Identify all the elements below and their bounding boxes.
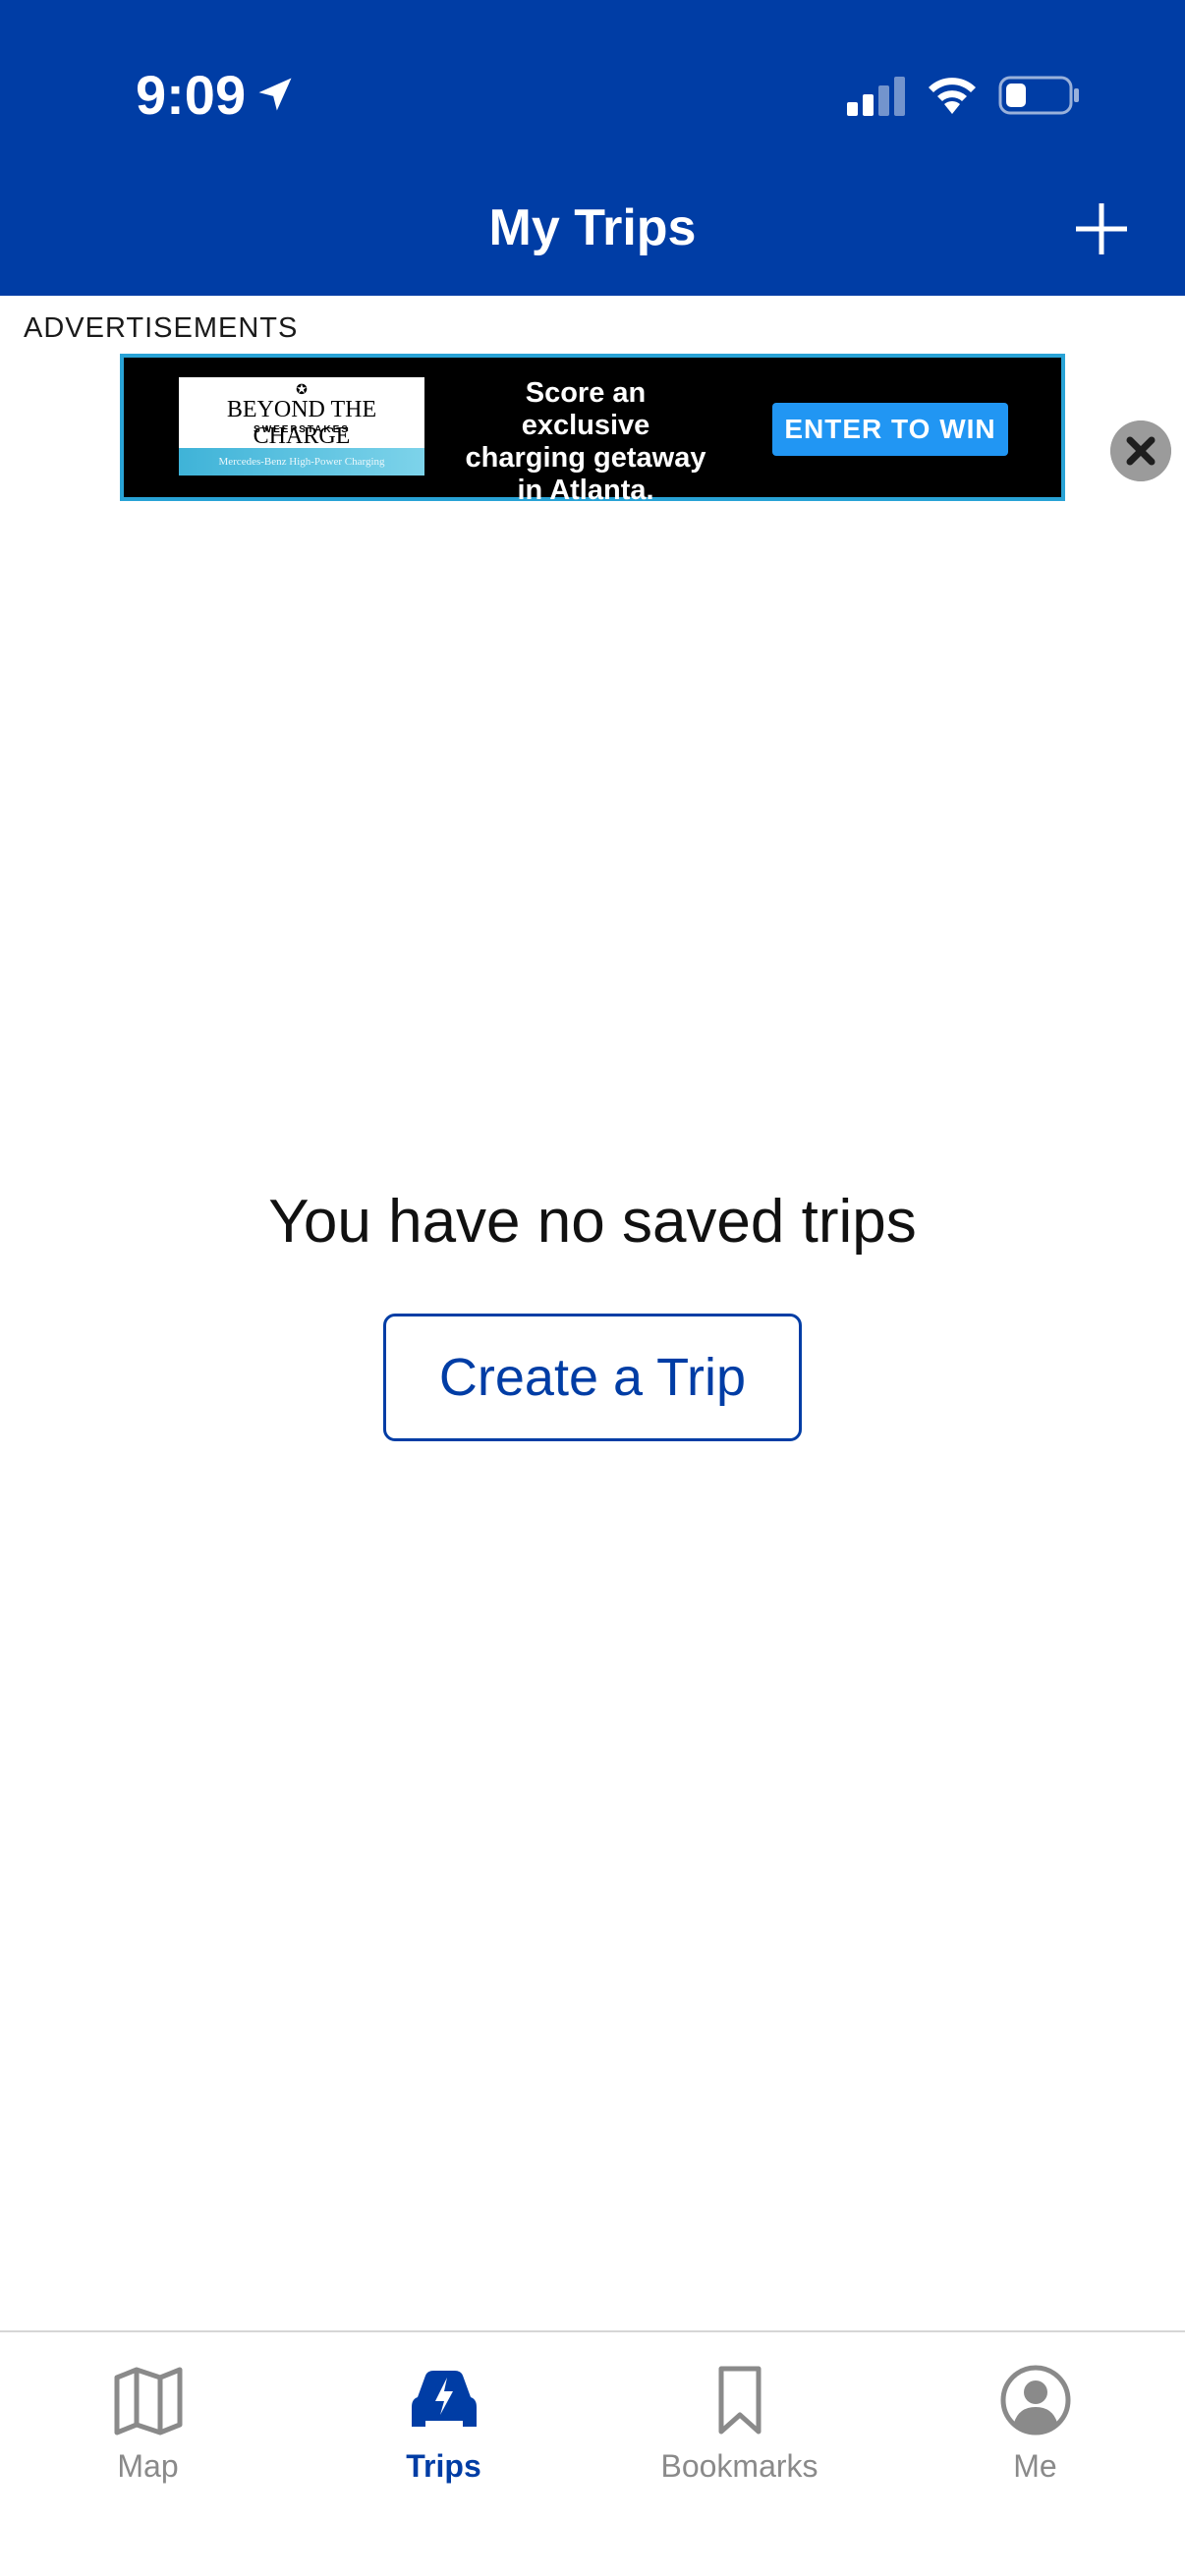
tab-bookmarks[interactable]: Bookmarks [592,2346,887,2503]
ad-logo: ✪ BEYOND THE CHARGE SWEEPSTAKES Mercedes… [179,377,424,476]
ad-logo-title: BEYOND THE CHARGE [226,397,377,449]
tab-label-trips: Trips [406,2448,481,2484]
tab-label-me: Me [1013,2448,1057,2484]
ad-cta-button[interactable]: ENTER TO WIN [772,403,1008,456]
ad-logo-subtitle: SWEEPSTAKES [254,424,350,435]
status-time: 9:09 [136,64,247,126]
close-icon[interactable] [1110,420,1171,481]
cellular-signal-icon [847,77,905,116]
user-icon [1000,2365,1071,2436]
location-arrow-icon [258,78,292,111]
plus-icon[interactable] [1073,200,1130,257]
ad-banner[interactable]: ✪ BEYOND THE CHARGE SWEEPSTAKES Mercedes… [120,354,1065,506]
tab-trips[interactable]: Trips [296,2346,592,2503]
tab-map[interactable]: Map [0,2346,296,2503]
create-trip-button[interactable]: Create a Trip [383,1314,802,1441]
tab-me[interactable]: Me [887,2346,1183,2503]
mercedes-star-icon: ✪ [296,381,308,397]
bookmark-icon [718,2366,762,2435]
battery-icon [998,76,1079,115]
tab-label-bookmarks: Bookmarks [660,2448,818,2484]
empty-state-message: You have no saved trips [268,1188,917,1256]
ad-logo-tagline: Mercedes-Benz High-Power Charging [179,448,424,476]
my-trips-screen: 9:09 My Trips ADVERTISEMENTS ✪ BEYOND TH… [0,0,1185,2576]
car-bolt-icon [412,2371,477,2427]
ad-label: ADVERTISEMENTS [24,312,299,344]
map-icon [114,2367,183,2436]
page-title: My Trips [488,199,697,256]
tab-label-map: Map [117,2448,179,2484]
wifi-icon [929,78,976,114]
ad-copy: Score an exclusive charging getaway in A… [465,377,706,506]
app-header: 9:09 My Trips [0,0,1185,296]
tab-bar: Map Trips Bookmarks Me [0,2330,1185,2576]
